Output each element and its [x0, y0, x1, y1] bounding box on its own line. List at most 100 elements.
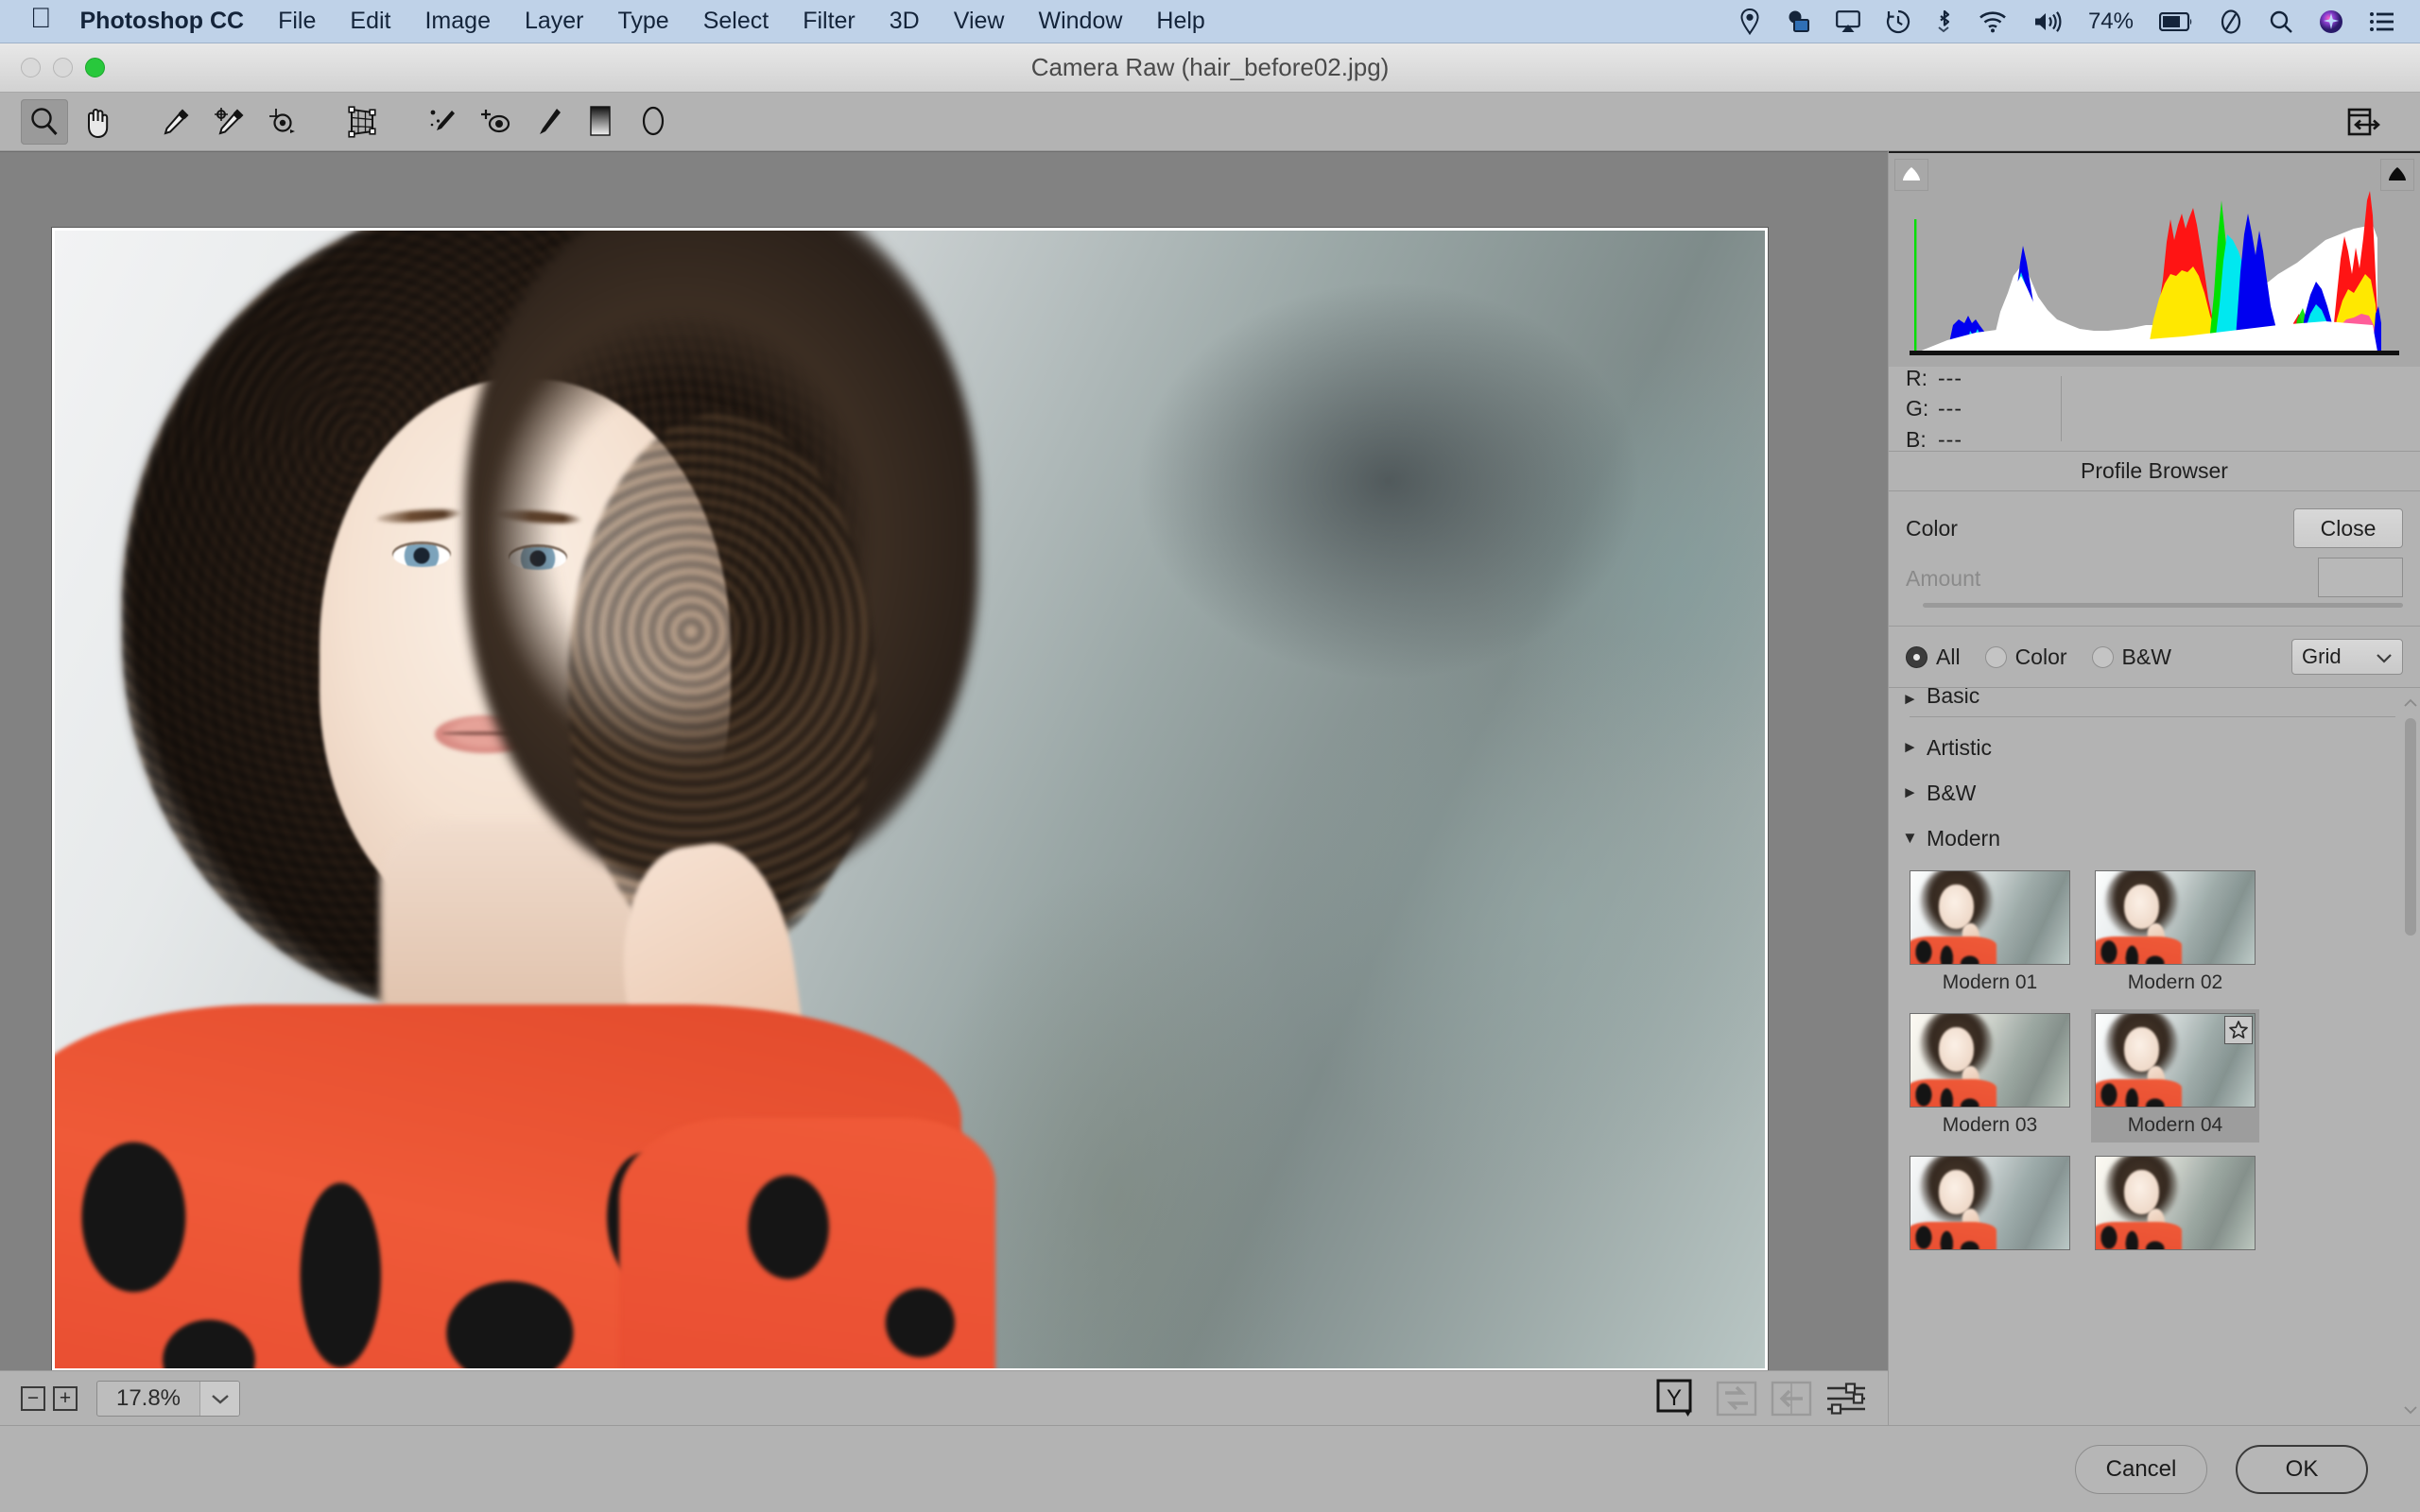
histogram[interactable]	[1889, 151, 2420, 367]
profile-item-next-2[interactable]	[2091, 1152, 2259, 1256]
profile-item-modern-04[interactable]: Modern 04	[2091, 1009, 2259, 1143]
siri-icon[interactable]	[2319, 9, 2343, 34]
amount-input[interactable]	[2318, 558, 2403, 597]
do-not-disturb-icon[interactable]	[2219, 9, 2243, 34]
profile-group-modern[interactable]: ▼ Modern	[1902, 816, 2403, 861]
profile-filter-row: All Color B&W Grid	[1889, 626, 2420, 688]
filter-label-all: All	[1936, 644, 1961, 669]
filter-label-bw: B&W	[2121, 644, 2171, 669]
profile-label: Modern 03	[1942, 1114, 2038, 1136]
profile-item-modern-01[interactable]: Modern 01	[1906, 867, 2074, 1000]
white-balance-eyedropper-icon[interactable]	[153, 99, 200, 145]
photo-preview[interactable]	[52, 228, 1768, 1370]
window-traffic-lights	[0, 58, 105, 77]
zoom-tool-icon[interactable]	[21, 98, 68, 145]
svg-text:Y: Y	[1667, 1385, 1682, 1411]
time-machine-icon[interactable]	[1886, 9, 1910, 34]
amount-label: Amount	[1906, 566, 1981, 591]
zoom-level-combo[interactable]: 17.8%	[96, 1380, 240, 1417]
rgb-label-r: R:	[1906, 365, 1927, 390]
profile-group-basic[interactable]: ► Basic	[1902, 688, 2403, 709]
apple-logo-icon[interactable]: 	[30, 4, 52, 33]
chevron-down-icon[interactable]	[199, 1381, 239, 1416]
filter-label-color: Color	[2014, 644, 2067, 669]
menu-item-3d[interactable]: 3D	[890, 8, 920, 35]
spot-removal-icon[interactable]	[418, 99, 465, 145]
profile-label: Modern 02	[2127, 971, 2223, 993]
graduated-filter-icon[interactable]	[577, 99, 624, 145]
notification-center-icon[interactable]	[2369, 10, 2395, 33]
profile-label: Modern 01	[1942, 971, 2038, 993]
profile-group-bw[interactable]: ► B&W	[1902, 770, 2403, 816]
ok-button[interactable]: OK	[2236, 1444, 2368, 1494]
view-mode-select[interactable]: Grid	[2291, 639, 2403, 675]
chevron-down-icon[interactable]	[2404, 1400, 2417, 1419]
close-button[interactable]: Close	[2293, 508, 2403, 548]
amount-slider-row: Amount	[1889, 550, 2420, 616]
profile-item-modern-03[interactable]: Modern 03	[1906, 1009, 2074, 1143]
red-eye-removal-icon[interactable]	[471, 99, 518, 145]
mac-menu-bar:  Photoshop CC File Edit Image Layer Typ…	[0, 0, 2420, 43]
rgb-readout-row: R: ---	[1906, 363, 2019, 394]
close-window-button[interactable]	[21, 58, 41, 77]
menu-item-help[interactable]: Help	[1156, 8, 1204, 35]
swap-before-after-icon[interactable]	[1716, 1380, 1757, 1418]
zoom-out-button[interactable]: −	[21, 1385, 45, 1411]
profile-group-artistic[interactable]: ► Artistic	[1902, 725, 2403, 770]
favorite-star-icon[interactable]	[2224, 1016, 2253, 1044]
filter-radio-all[interactable]: All	[1906, 644, 1961, 670]
filter-radio-color[interactable]: Color	[1984, 644, 2067, 670]
menu-item-photoshop[interactable]: Photoshop CC	[80, 8, 245, 35]
filter-radio-bw[interactable]: B&W	[2091, 644, 2171, 670]
menu-item-filter[interactable]: Filter	[803, 8, 856, 35]
toggle-panel-icon[interactable]	[2341, 99, 2388, 145]
location-icon[interactable]	[1739, 8, 1760, 35]
adjustment-brush-icon[interactable]	[524, 99, 571, 145]
menu-item-view[interactable]: View	[954, 8, 1005, 35]
menu-item-window[interactable]: Window	[1038, 8, 1122, 35]
battery-icon[interactable]	[2159, 11, 2193, 31]
image-canvas[interactable]	[0, 151, 1888, 1370]
scrollbar-thumb[interactable]	[2405, 718, 2416, 936]
preferences-sliders-icon[interactable]	[1825, 1382, 1867, 1416]
profile-list-scroll-content: ► Basic ► Artistic ► B&W ▼ Modern Modern…	[1889, 688, 2403, 1425]
menu-item-image[interactable]: Image	[424, 8, 490, 35]
volume-icon[interactable]	[2032, 10, 2063, 33]
crop-transform-icon[interactable]	[338, 99, 386, 145]
menu-item-file[interactable]: File	[278, 8, 316, 35]
bluetooth-icon[interactable]	[1936, 9, 1953, 35]
readout-divider	[2061, 376, 2062, 441]
targeted-adjustment-icon[interactable]	[259, 99, 306, 145]
main-body: − + 17.8% Y R: --- G: --- B: --- Profile…	[0, 151, 2420, 1425]
menu-item-select[interactable]: Select	[703, 8, 769, 35]
spotlight-search-icon[interactable]	[2269, 9, 2293, 34]
battery-percent-label: 74%	[2087, 8, 2134, 34]
hand-tool-icon[interactable]	[74, 99, 121, 145]
profile-list-scrollbar[interactable]	[2404, 694, 2417, 1419]
airplay-icon[interactable]	[1836, 9, 1860, 33]
menu-item-layer[interactable]: Layer	[525, 8, 584, 35]
amount-slider-track[interactable]	[1923, 603, 2403, 608]
photo-shirt-sleeve	[618, 1118, 995, 1368]
zoom-window-button[interactable]	[85, 58, 105, 77]
color-sampler-icon[interactable]	[206, 99, 253, 145]
menu-item-type[interactable]: Type	[618, 8, 669, 35]
wifi-icon[interactable]	[1979, 10, 2007, 33]
profile-row	[1902, 1146, 2403, 1260]
chevron-up-icon[interactable]	[2404, 694, 2417, 713]
before-after-toggle-icon[interactable]: Y	[1653, 1378, 1703, 1419]
profile-list[interactable]: ► Basic ► Artistic ► B&W ▼ Modern Modern…	[1889, 688, 2420, 1425]
dialog-footer: Cancel OK	[0, 1425, 2420, 1512]
highlight-clipping-warning-icon[interactable]	[2380, 159, 2414, 191]
profile-item-next-1[interactable]	[1906, 1152, 2074, 1256]
menu-item-edit[interactable]: Edit	[350, 8, 390, 35]
screen-sharing-icon[interactable]	[1786, 9, 1810, 34]
radial-filter-icon[interactable]	[630, 99, 677, 145]
minimize-window-button[interactable]	[53, 58, 73, 77]
profile-row: Modern 01 Modern 02	[1902, 861, 2403, 1004]
profile-item-modern-02[interactable]: Modern 02	[2091, 867, 2259, 1000]
zoom-in-button[interactable]: +	[53, 1385, 78, 1411]
cancel-button[interactable]: Cancel	[2075, 1444, 2207, 1494]
histogram-plot	[1914, 191, 2381, 352]
copy-current-to-before-icon[interactable]	[1771, 1380, 1812, 1418]
